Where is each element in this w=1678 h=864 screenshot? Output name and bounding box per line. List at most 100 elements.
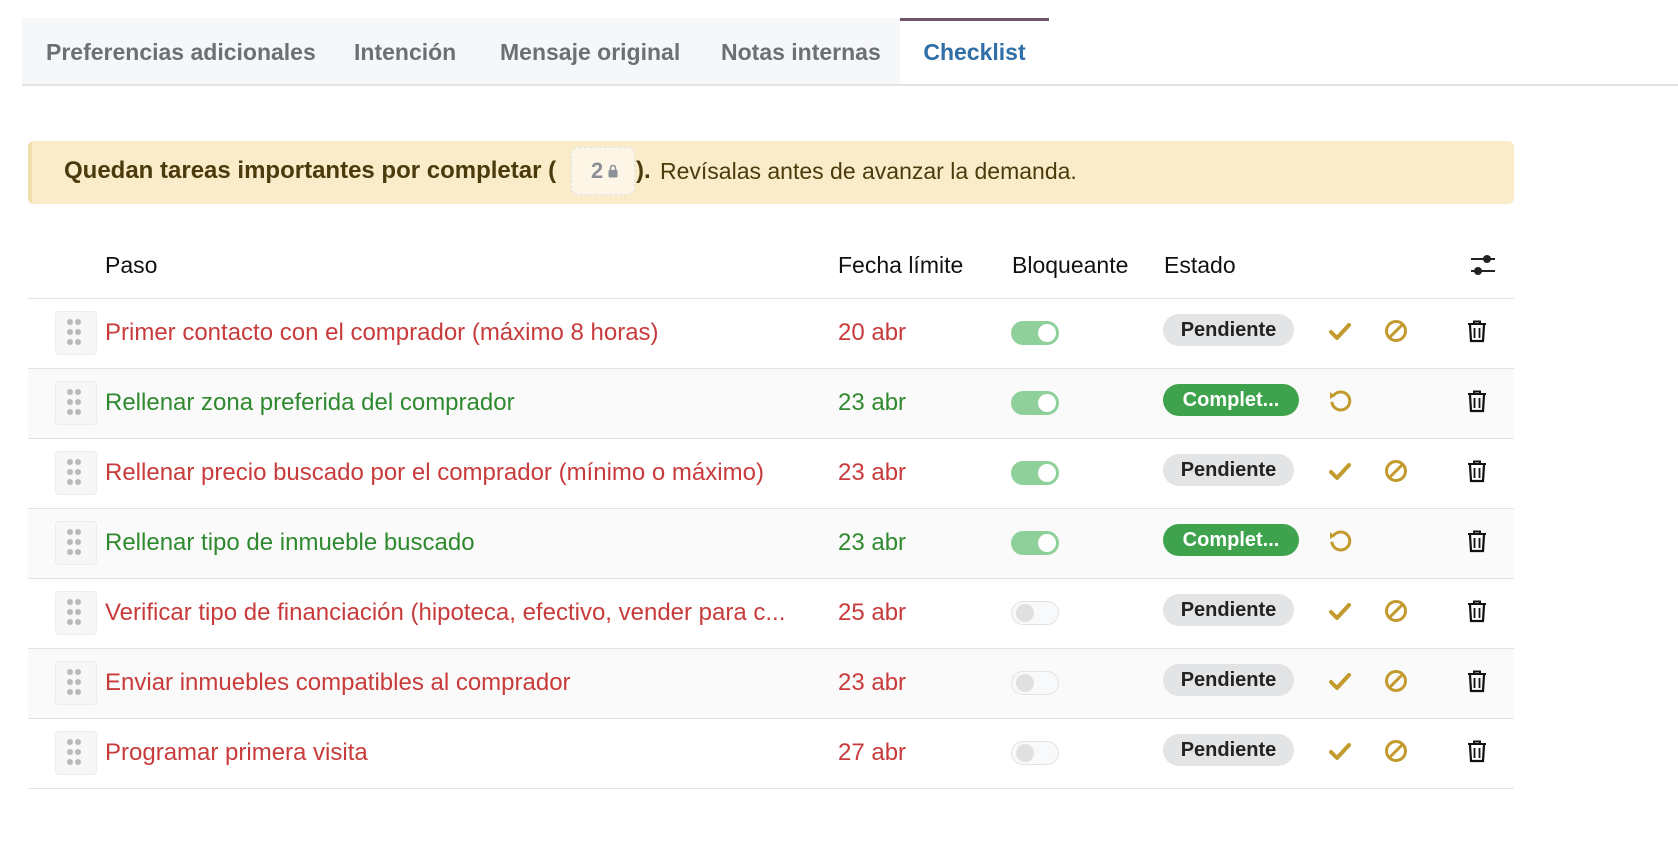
step-name[interactable]: Enviar inmuebles compatibles al comprado… xyxy=(105,669,571,697)
drag-handle-dot xyxy=(67,529,73,535)
deadline-date: 23 abr xyxy=(838,459,907,486)
drag-handle-dot xyxy=(67,749,73,755)
step-name[interactable]: Programar primera visita xyxy=(105,739,368,767)
step-name[interactable]: Rellenar tipo de inmueble buscado xyxy=(105,529,475,557)
drag-handle-dot xyxy=(75,759,81,765)
blocking-toggle[interactable] xyxy=(1011,321,1059,345)
drag-handle-dot xyxy=(75,749,81,755)
warning-alert: Quedan tareas importantes por completar … xyxy=(28,141,1514,204)
drag-handle-dot xyxy=(75,339,81,345)
trash-icon[interactable] xyxy=(1464,738,1490,764)
trash-icon[interactable] xyxy=(1464,458,1490,484)
drag-handle-icon[interactable] xyxy=(55,731,97,775)
undo-icon[interactable] xyxy=(1327,528,1353,554)
toggle-knob xyxy=(1038,534,1056,552)
drag-handle-dot xyxy=(75,479,81,485)
table-row: Rellenar tipo de inmueble buscado 23 abr C… xyxy=(28,509,1514,579)
blocking-toggle[interactable] xyxy=(1011,601,1059,625)
blocking-toggle[interactable] xyxy=(1011,671,1059,695)
table-row: Rellenar zona preferida del comprador 23 … xyxy=(28,369,1514,439)
drag-handle-dot xyxy=(67,689,73,695)
drag-handle-dot xyxy=(67,319,73,325)
drag-handle-dot xyxy=(67,469,73,475)
check-icon[interactable] xyxy=(1327,738,1353,764)
column-header-step[interactable]: Paso xyxy=(105,252,157,279)
trash-icon[interactable] xyxy=(1464,528,1490,554)
trash-icon[interactable] xyxy=(1464,388,1490,414)
tab-mensaje-original[interactable]: Mensaje original xyxy=(500,18,680,84)
tab-notas-internas[interactable]: Notas internas xyxy=(721,18,881,84)
deadline-date: 25 abr xyxy=(838,599,907,626)
blocking-toggle[interactable] xyxy=(1011,461,1059,485)
check-icon[interactable] xyxy=(1327,598,1353,624)
drag-handle-dot xyxy=(75,409,81,415)
trash-icon[interactable] xyxy=(1464,668,1490,694)
status-badge: Pendiente xyxy=(1163,664,1294,696)
drag-handle-dot xyxy=(75,679,81,685)
blocking-count-badge: 2 xyxy=(571,147,635,195)
column-header-deadline[interactable]: Fecha límite xyxy=(838,252,963,279)
alert-close-paren: ). xyxy=(636,157,651,184)
drag-handle-icon[interactable] xyxy=(55,381,97,425)
step-name[interactable]: Verificar tipo de financiación (hipoteca… xyxy=(105,599,785,627)
status-badge: Pendiente xyxy=(1163,454,1294,486)
status-badge: Pendiente xyxy=(1163,594,1294,626)
drag-handle-dot xyxy=(75,529,81,535)
table-row: Verificar tipo de financiación (hipoteca… xyxy=(28,579,1514,649)
drag-handle-icon[interactable] xyxy=(55,661,97,705)
toggle-knob xyxy=(1016,674,1034,692)
step-name[interactable]: Primer contacto con el comprador (máximo… xyxy=(105,319,659,347)
blocking-toggle[interactable] xyxy=(1011,741,1059,765)
tab-checklist[interactable]: Checklist xyxy=(900,18,1049,84)
trash-icon[interactable] xyxy=(1464,598,1490,624)
drag-handle-dot xyxy=(67,759,73,765)
drag-handle-dot xyxy=(67,329,73,335)
toggle-knob xyxy=(1038,464,1056,482)
deadline-date: 23 abr xyxy=(838,529,907,556)
blocking-count: 2 xyxy=(591,158,604,183)
drag-handle-icon[interactable] xyxy=(55,311,97,355)
drag-handle-dot xyxy=(67,669,73,675)
toggle-knob xyxy=(1016,604,1034,622)
column-header-blocking[interactable]: Bloqueante xyxy=(1012,252,1128,279)
drag-handle-dot xyxy=(67,739,73,745)
check-icon[interactable] xyxy=(1327,668,1353,694)
drag-handle-dot xyxy=(75,539,81,545)
drag-handle-icon[interactable] xyxy=(55,591,97,635)
status-badge: Complet... xyxy=(1163,524,1299,556)
deadline-date: 27 abr xyxy=(838,739,907,766)
undo-icon[interactable] xyxy=(1327,388,1353,414)
check-icon[interactable] xyxy=(1327,458,1353,484)
blocking-toggle[interactable] xyxy=(1011,391,1059,415)
ban-icon[interactable] xyxy=(1383,318,1409,344)
step-name[interactable]: Rellenar zona preferida del comprador xyxy=(105,389,515,417)
sliders-icon[interactable] xyxy=(1470,253,1496,277)
ban-icon[interactable] xyxy=(1383,738,1409,764)
tab-preferencias-adicionales[interactable]: Preferencias adicionales xyxy=(46,18,316,84)
drag-handle-dot xyxy=(75,599,81,605)
drag-handle-dot xyxy=(75,329,81,335)
tab-intencion[interactable]: Intención xyxy=(354,18,456,84)
step-name[interactable]: Rellenar precio buscado por el comprador… xyxy=(105,459,764,487)
drag-handle-dot xyxy=(75,459,81,465)
ban-icon[interactable] xyxy=(1383,668,1409,694)
toggle-knob xyxy=(1038,324,1056,342)
table-row: Primer contacto con el comprador (máximo… xyxy=(28,299,1514,369)
drag-handle-dot xyxy=(75,669,81,675)
deadline-date: 23 abr xyxy=(838,389,907,416)
drag-handle-dot xyxy=(75,549,81,555)
alert-bold-text: Quedan tareas importantes por completar … xyxy=(64,157,557,184)
drag-handle-dot xyxy=(75,399,81,405)
table-row: Enviar inmuebles compatibles al comprado… xyxy=(28,649,1514,719)
drag-handle-icon[interactable] xyxy=(55,451,97,495)
ban-icon[interactable] xyxy=(1383,598,1409,624)
blocking-toggle[interactable] xyxy=(1011,531,1059,555)
drag-handle-dot xyxy=(67,339,73,345)
drag-handle-dot xyxy=(67,389,73,395)
toggle-knob xyxy=(1038,394,1056,412)
column-header-status[interactable]: Estado xyxy=(1164,252,1236,279)
trash-icon[interactable] xyxy=(1464,318,1490,344)
check-icon[interactable] xyxy=(1327,318,1353,344)
ban-icon[interactable] xyxy=(1383,458,1409,484)
drag-handle-icon[interactable] xyxy=(55,521,97,565)
